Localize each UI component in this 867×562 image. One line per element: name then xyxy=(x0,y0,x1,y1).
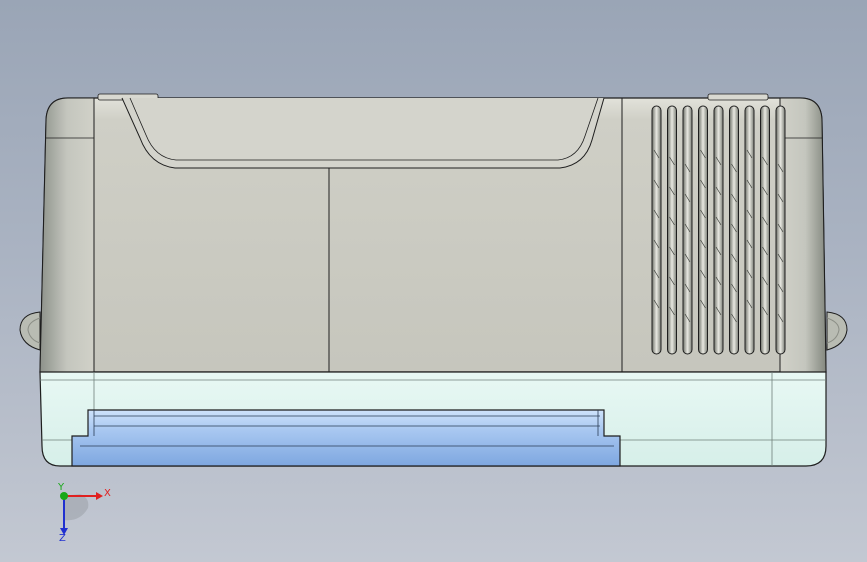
vent-slot xyxy=(682,105,693,355)
vent-slot xyxy=(651,105,662,355)
cad-viewport[interactable]: X Z Y xyxy=(0,0,867,562)
front-drawer[interactable] xyxy=(71,409,621,467)
x-axis-label: X xyxy=(104,488,111,499)
vent-slot xyxy=(667,105,677,355)
vent-slot xyxy=(775,105,786,355)
right-handle xyxy=(826,311,848,351)
vent-slot xyxy=(713,105,724,355)
axis-triad: X Z Y xyxy=(57,482,111,544)
vent-slot xyxy=(744,105,755,355)
z-axis-label: Z xyxy=(59,533,66,544)
vent-grille xyxy=(651,105,786,355)
x-arrow-icon xyxy=(96,492,103,500)
vent-slot xyxy=(760,105,770,355)
y-axis-label: Y xyxy=(57,482,65,493)
left-handle xyxy=(19,311,41,351)
lid-recess xyxy=(121,97,605,169)
y-axis-dot xyxy=(60,492,68,500)
vent-slot xyxy=(698,105,708,355)
vent-slot xyxy=(729,105,739,355)
